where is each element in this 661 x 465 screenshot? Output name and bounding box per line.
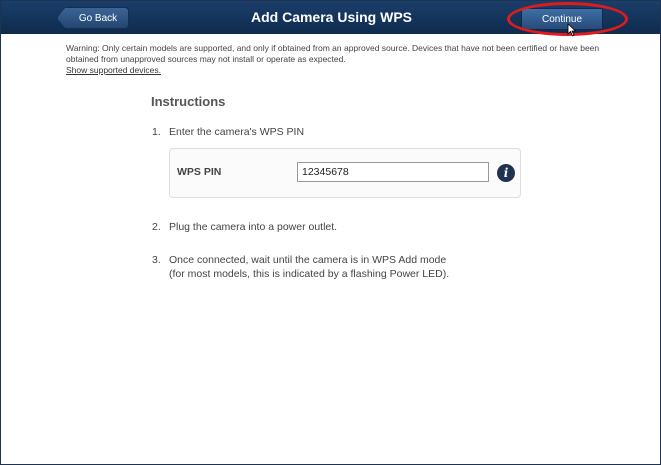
app-window: Go Back Add Camera Using WPS Continue Wa… <box>0 0 661 465</box>
wps-pin-panel: WPS PIN i <box>169 148 521 198</box>
step-text-continued: (for most models, this is indicated by a… <box>169 268 450 280</box>
step-number: 3. <box>152 254 161 266</box>
mouse-cursor-icon <box>567 23 577 37</box>
step-number: 1. <box>152 126 161 138</box>
step-number: 2. <box>152 221 161 233</box>
continue-button[interactable]: Continue <box>521 8 603 30</box>
instructions-heading: Instructions <box>151 94 226 109</box>
warning-notice: Warning: Only certain models are support… <box>66 43 606 76</box>
step-text: Plug the camera into a power outlet. <box>169 221 338 233</box>
show-supported-devices-link[interactable]: Show supported devices. <box>66 65 161 76</box>
step-text: Enter the camera's WPS PIN <box>169 126 305 138</box>
header-bar: Go Back Add Camera Using WPS Continue <box>1 1 660 34</box>
step-3: 3. Once connected, wait until the camera … <box>152 253 449 281</box>
go-back-button[interactable]: Go Back <box>57 7 129 29</box>
warning-text: Warning: Only certain models are support… <box>66 43 600 64</box>
info-icon[interactable]: i <box>497 164 515 182</box>
wps-pin-label: WPS PIN <box>177 166 222 178</box>
step-2: 2. Plug the camera into a power outlet. <box>152 220 337 234</box>
step-text: Once connected, wait until the camera is… <box>169 254 447 266</box>
wps-pin-input[interactable] <box>297 162 489 182</box>
step-1: 1. Enter the camera's WPS PIN <box>152 125 304 139</box>
